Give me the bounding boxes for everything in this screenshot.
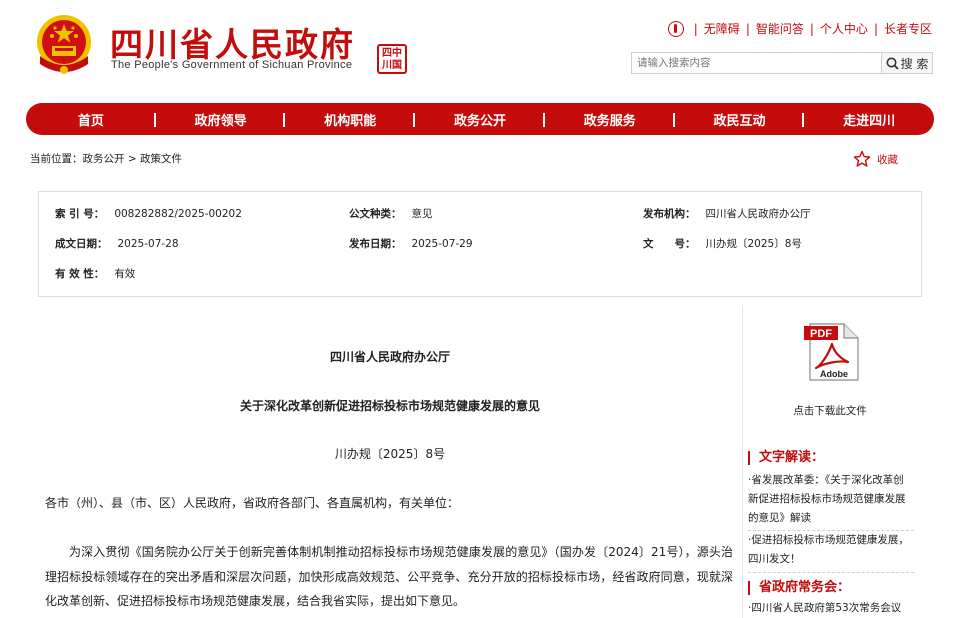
document-body: 四川省人民政府办公厅 关于深化改革创新促进招标投标市场规范健康发展的意见 川办规… bbox=[45, 310, 735, 618]
nav-about-sichuan[interactable]: 走进四川 bbox=[804, 110, 934, 129]
interpretation-link-1[interactable]: ·省发展改革委：《关于深化改革创新促进招标投标市场规范健康发展的意见》解读 bbox=[748, 471, 914, 528]
nav-interaction[interactable]: 政民互动 bbox=[675, 110, 805, 129]
search-bar: 搜 索 bbox=[631, 52, 933, 74]
search-icon bbox=[886, 57, 899, 70]
validity: 有 效 性： 有效 bbox=[55, 268, 136, 280]
star-icon bbox=[853, 150, 871, 167]
interpretation-heading: 文字解读： bbox=[748, 451, 824, 465]
elder-zone-link[interactable]: 长者专区 bbox=[884, 20, 932, 37]
accessibility-link[interactable]: 无障碍 bbox=[704, 20, 740, 37]
nav-leaders[interactable]: 政府领导 bbox=[156, 110, 286, 129]
index-number: 索 引 号： 008282882/2025-00202 bbox=[55, 208, 242, 220]
meeting-heading: 省政府常务会： bbox=[748, 581, 850, 595]
top-links: | 无障碍 | 智能问答 | 个人中心 | 长者专区 bbox=[667, 20, 932, 37]
pdf-label: PDF bbox=[810, 328, 832, 340]
main-nav: 首页 政府领导 机构职能 政务公开 政务服务 政民互动 走进四川 bbox=[26, 103, 934, 135]
breadcrumb[interactable]: 当前位置：政务公开 > 政策文件 bbox=[30, 151, 182, 166]
search-input[interactable] bbox=[631, 52, 882, 74]
search-button[interactable]: 搜 索 bbox=[882, 52, 933, 74]
download-caption[interactable]: 点击下载此文件 bbox=[743, 403, 917, 418]
document-issuer: 四川省人民政府办公厅 bbox=[329, 350, 450, 364]
national-emblem-icon bbox=[37, 15, 91, 74]
published-date: 发布日期： 2025-07-29 bbox=[349, 238, 473, 250]
smart-qa-link[interactable]: 智能问答 bbox=[756, 20, 804, 37]
search-button-label: 搜 索 bbox=[900, 56, 929, 71]
sidebar-divider bbox=[742, 305, 743, 618]
site-header: 四川省人民政府 The People's Government of Sichu… bbox=[0, 0, 960, 100]
nav-functions[interactable]: 机构职能 bbox=[285, 110, 415, 129]
favorite-label: 收藏 bbox=[877, 153, 898, 166]
interpretation-link-2[interactable]: ·促进招标投标市场规范健康发展，四川发文！ bbox=[748, 531, 914, 569]
document-number: 文 号： 川办规〔2025〕8号 bbox=[643, 238, 802, 250]
nav-home[interactable]: 首页 bbox=[26, 110, 156, 129]
meeting-link-1[interactable]: ·四川省人民政府第53次常务会议 bbox=[748, 599, 914, 618]
nav-open-government[interactable]: 政务公开 bbox=[415, 110, 545, 129]
china-seal-logo: 四中 川国 bbox=[377, 44, 407, 74]
favorite-button[interactable]: 收藏 bbox=[853, 150, 898, 168]
created-date: 成文日期： 2025-07-28 bbox=[55, 238, 179, 250]
document-type: 公文种类： 意见 bbox=[349, 208, 433, 220]
adobe-label: Adobe bbox=[820, 369, 848, 379]
nav-services[interactable]: 政务服务 bbox=[545, 110, 675, 129]
dashed-divider bbox=[748, 572, 914, 573]
document-salutation: 各市（州）、县（市、区）人民政府，省政府各部门、各直属机构，有关单位： bbox=[45, 496, 460, 510]
document-title: 关于深化改革创新促进招标投标市场规范健康发展的意见 bbox=[239, 399, 540, 413]
issuing-organization: 发布机构： 四川省人民政府办公厅 bbox=[643, 208, 811, 220]
accessibility-icon[interactable] bbox=[667, 20, 684, 37]
pdf-download-icon[interactable]: PDF Adobe bbox=[804, 322, 860, 382]
document-number-line: 川办规〔2025〕8号 bbox=[334, 447, 446, 461]
personal-center-link[interactable]: 个人中心 bbox=[820, 20, 868, 37]
site-subtitle: The People's Government of Sichuan Provi… bbox=[111, 59, 353, 71]
document-info-box: 索 引 号： 008282882/2025-00202 公文种类： 意见 发布机构：… bbox=[38, 191, 922, 297]
document-paragraph: 为深入贯彻《国务院办公厅关于创新完善体制机制推动招标投标市场规范健康发展的意见》… bbox=[45, 545, 733, 608]
